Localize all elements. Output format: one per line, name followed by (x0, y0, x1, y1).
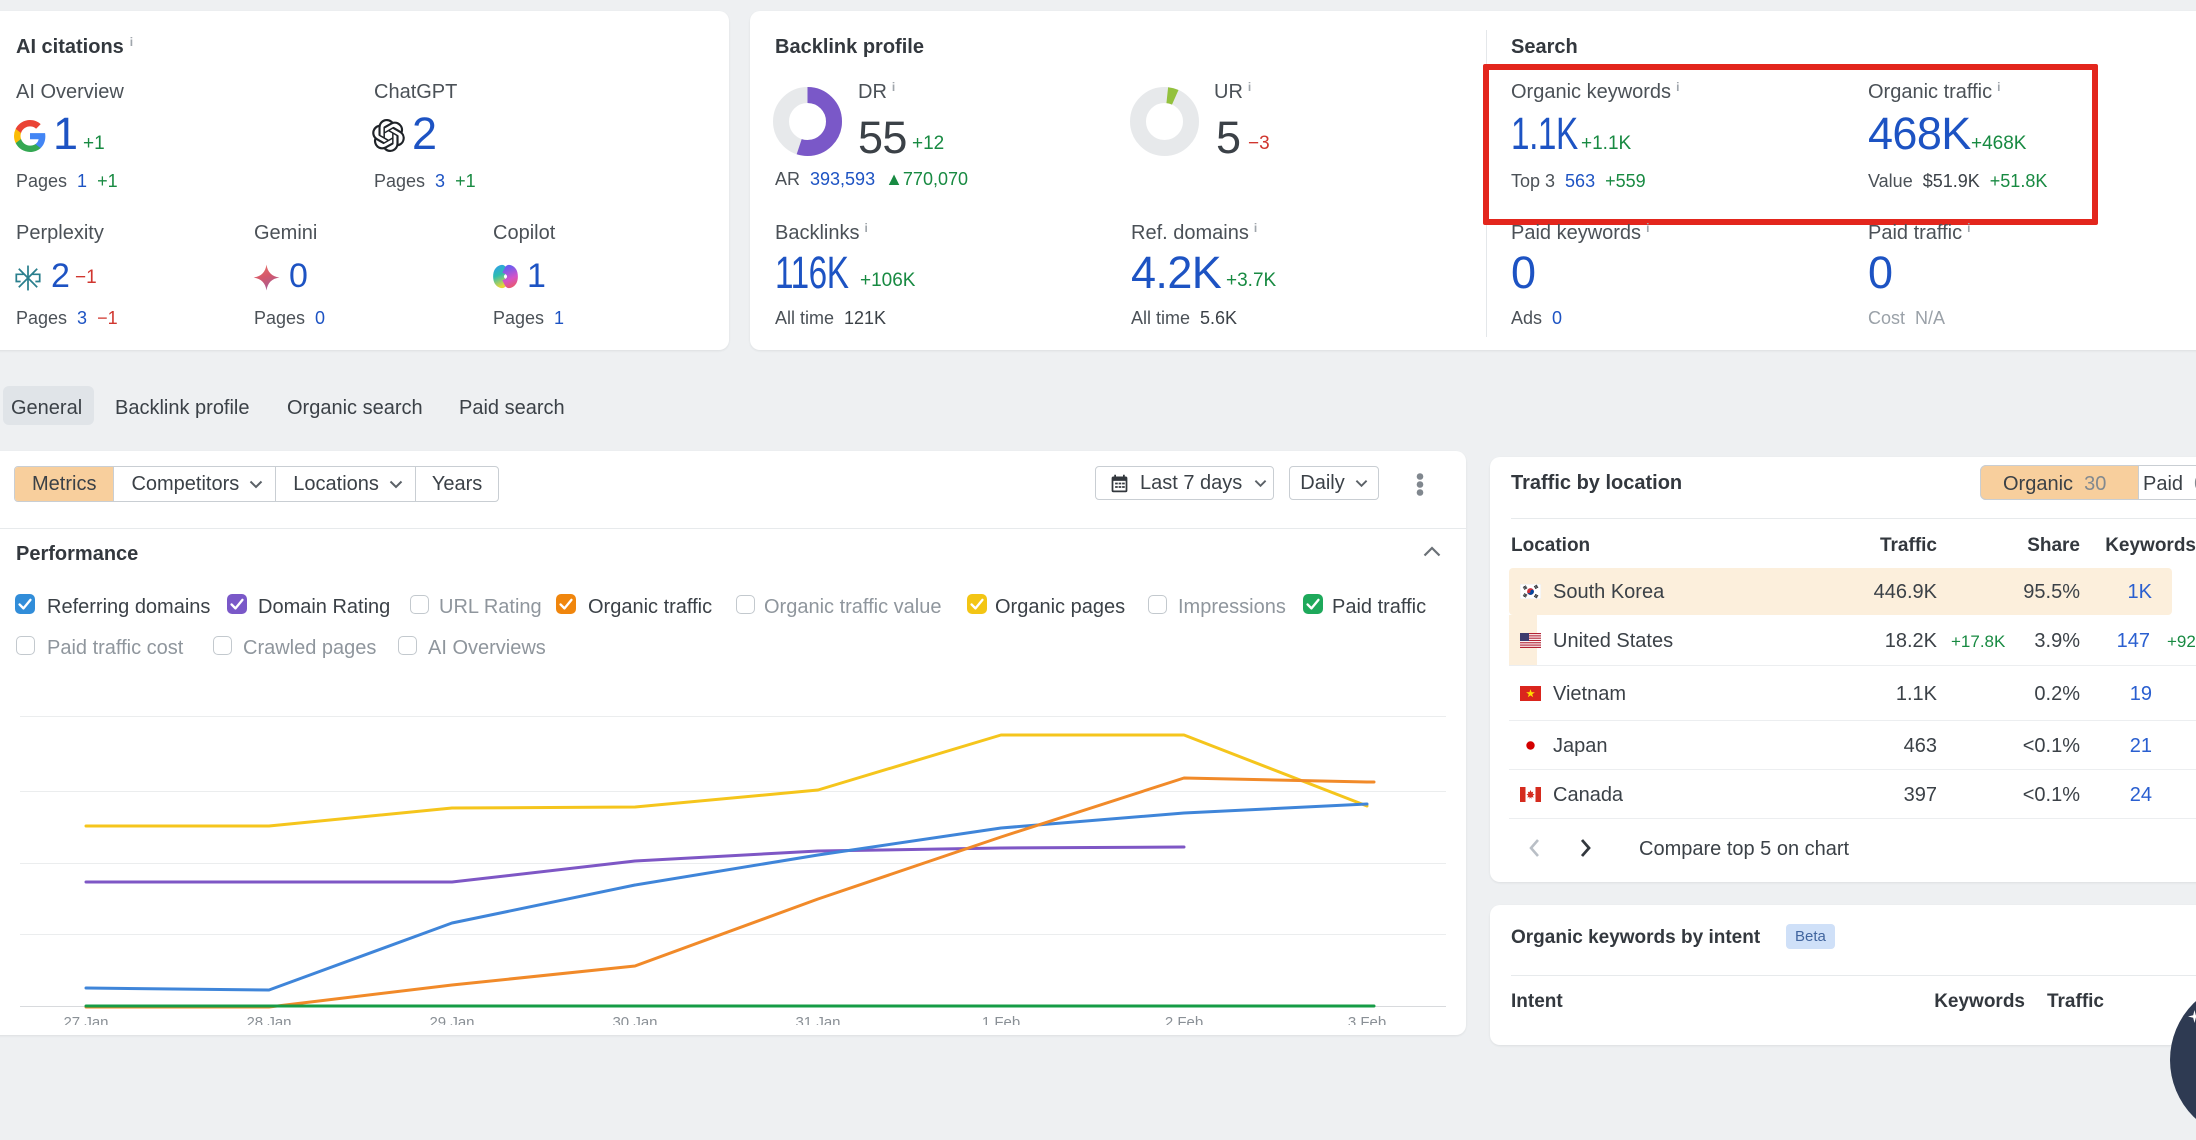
svg-text:29 Jan: 29 Jan (429, 1014, 474, 1025)
svg-text:31 Jan: 31 Jan (795, 1014, 840, 1025)
svg-text:1 Feb: 1 Feb (982, 1014, 1020, 1025)
svg-text:27 Jan: 27 Jan (63, 1014, 108, 1025)
svg-text:2 Feb: 2 Feb (1165, 1014, 1203, 1025)
svg-text:28 Jan: 28 Jan (246, 1014, 291, 1025)
svg-text:3 Feb: 3 Feb (1348, 1014, 1386, 1025)
svg-text:30 Jan: 30 Jan (612, 1014, 657, 1025)
